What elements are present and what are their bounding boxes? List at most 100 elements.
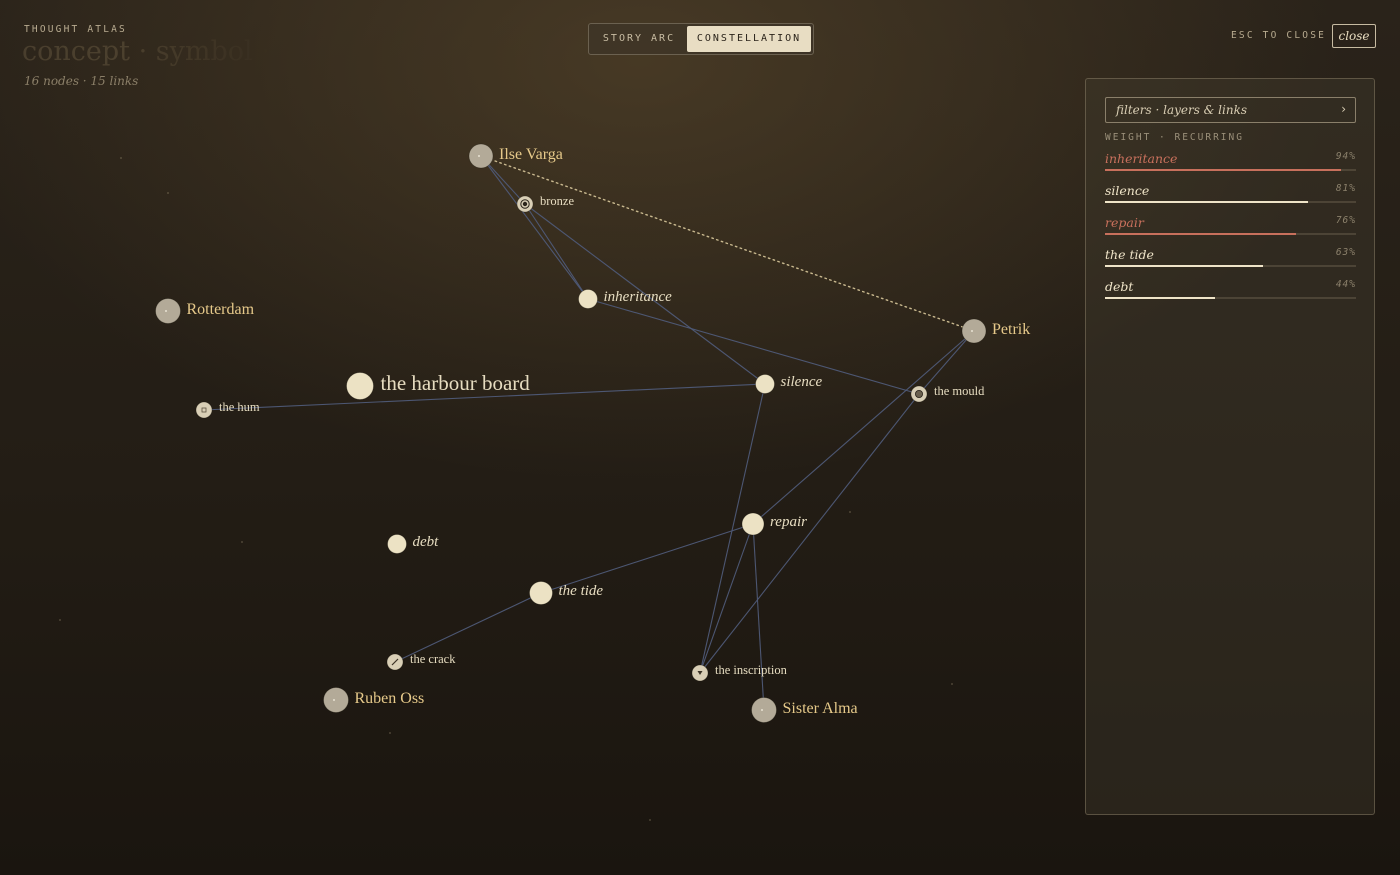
weights-panel: filters · layers & links › WEIGHT · RECU… — [1085, 78, 1375, 815]
node-glint — [478, 155, 480, 157]
constellation-graph — [59, 143, 987, 821]
node-label-alma: Sister Alma — [782, 700, 858, 717]
weight-row-the-tide[interactable]: the tide 63% — [1105, 247, 1356, 277]
node-label-repair: repair — [770, 514, 807, 530]
weight-percent: 76% — [1335, 215, 1356, 226]
weight-percent: 63% — [1335, 247, 1356, 258]
weight-row-repair[interactable]: repair 76% — [1105, 215, 1356, 245]
node-label-ruben: Ruben Oss — [354, 690, 425, 707]
node-ruben[interactable] — [323, 687, 349, 713]
node-dot — [323, 687, 349, 713]
node-harbour[interactable] — [346, 372, 374, 400]
weight-track — [1105, 201, 1356, 203]
filters-label: filters · layers & links — [1116, 103, 1248, 117]
link-repair-inscription — [699, 523, 754, 674]
node-label-tide: the tide — [558, 583, 604, 599]
weight-percent: 44% — [1335, 279, 1356, 290]
link-repair-alma — [752, 523, 765, 711]
node-rotterdam[interactable] — [155, 298, 181, 324]
weight-track — [1105, 265, 1356, 267]
weight-bar — [1105, 169, 1341, 171]
link-petrik-repair — [752, 330, 975, 525]
link-ilse-petrik — [480, 155, 975, 332]
background-star — [120, 157, 122, 159]
esc-hint: ESC TO CLOSE — [1231, 30, 1327, 41]
background-star — [241, 541, 243, 543]
weight-bar — [1105, 233, 1296, 235]
node-ilse[interactable] — [468, 143, 494, 169]
node-label-inheritance: inheritance — [603, 289, 672, 305]
weight-name: the tide — [1105, 247, 1154, 262]
node-glint — [165, 310, 167, 312]
background-star — [167, 192, 169, 194]
node-label-petrik: Petrik — [992, 321, 1031, 338]
link-mould-inscription — [699, 393, 920, 674]
node-crack[interactable] — [386, 653, 404, 671]
weight-track — [1105, 233, 1356, 235]
chevron-right-icon: › — [1341, 102, 1346, 116]
weight-row-inheritance[interactable]: inheritance 94% — [1105, 151, 1356, 181]
node-label-hum: the hum — [219, 400, 260, 414]
node-hum[interactable] — [195, 401, 213, 419]
weight-percent: 81% — [1335, 183, 1356, 194]
node-label-rotterdam: Rotterdam — [186, 301, 255, 318]
node-glint — [333, 699, 335, 701]
node-label-bronze: bronze — [540, 194, 575, 208]
weight-name: silence — [1105, 183, 1150, 198]
node-label-inscription: the inscription — [715, 663, 787, 677]
node-silence[interactable] — [755, 374, 775, 394]
node-tide[interactable] — [529, 581, 553, 605]
node-inheritance[interactable] — [578, 289, 598, 309]
node-repair[interactable] — [741, 512, 765, 536]
weight-name: debt — [1105, 279, 1134, 294]
weight-percent: 94% — [1335, 151, 1356, 162]
background-star — [649, 819, 651, 821]
link-bronze-inheritance — [524, 203, 589, 300]
mould-icon — [915, 389, 924, 398]
node-label-silence: silence — [780, 374, 823, 390]
link-inheritance-mould — [587, 298, 920, 395]
weight-track — [1105, 169, 1356, 171]
node-bronze[interactable] — [516, 195, 534, 213]
node-label-ilse: Ilse Varga — [499, 146, 563, 163]
node-dot — [755, 374, 775, 394]
node-inscription[interactable] — [691, 664, 709, 682]
node-dot — [741, 512, 765, 536]
node-dot — [195, 401, 213, 419]
link-ilse-inheritance — [480, 155, 589, 300]
node-label-crack: the crack — [410, 652, 456, 666]
node-dot — [961, 318, 987, 344]
weight-bar — [1105, 297, 1216, 299]
weight-name: repair — [1105, 215, 1144, 230]
node-label-harbour: the harbour board — [380, 371, 530, 395]
node-debt[interactable] — [387, 534, 407, 554]
node-glint — [971, 330, 973, 332]
node-dot — [468, 143, 494, 169]
weight-row-silence[interactable]: silence 81% — [1105, 183, 1356, 213]
background-star — [951, 683, 953, 685]
node-dot — [155, 298, 181, 324]
weight-section-label: WEIGHT · RECURRING — [1105, 132, 1244, 143]
weight-bar — [1105, 201, 1309, 203]
background-star — [59, 619, 61, 621]
node-dot — [529, 581, 553, 605]
close-button[interactable]: close — [1332, 24, 1376, 48]
node-petrik[interactable] — [961, 318, 987, 344]
node-label-debt: debt — [412, 534, 439, 550]
node-label-mould: the mould — [934, 384, 985, 398]
filters-dropdown[interactable]: filters · layers & links › — [1105, 97, 1356, 123]
weight-track — [1105, 297, 1356, 299]
node-dot — [751, 697, 777, 723]
node-dot — [387, 534, 407, 554]
node-dot — [578, 289, 598, 309]
weight-bar — [1105, 265, 1264, 267]
background-star — [389, 732, 391, 734]
node-glint — [761, 709, 763, 711]
background-star — [849, 511, 851, 513]
node-mould[interactable] — [910, 385, 928, 403]
weight-name: inheritance — [1105, 151, 1178, 166]
node-dot — [346, 372, 374, 400]
node-alma[interactable] — [751, 697, 777, 723]
bronze-icon-core — [522, 201, 528, 207]
weight-row-debt[interactable]: debt 44% — [1105, 279, 1356, 309]
